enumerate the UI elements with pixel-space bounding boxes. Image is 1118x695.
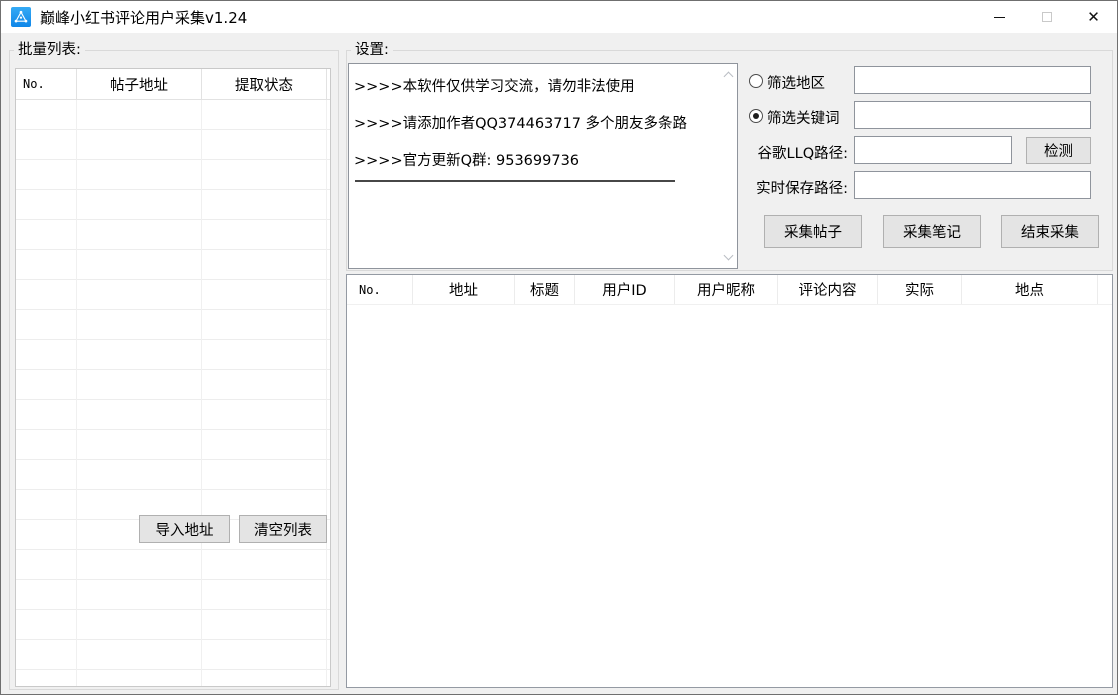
close-icon: ✕ — [1087, 10, 1100, 25]
detect-button[interactable]: 检测 — [1026, 137, 1091, 164]
minimize-button[interactable] — [976, 1, 1023, 33]
batch-table-gridline — [326, 100, 327, 686]
titlebar: 巅峰小红书评论用户采集v1.24 ✕ — [1, 1, 1117, 33]
notice-textbox[interactable]: >>>>本软件仅供学习交流，请勿非法使用 >>>>请添加作者QQ37446371… — [348, 63, 738, 269]
collect-posts-button[interactable]: 采集帖子 — [764, 215, 862, 248]
batch-col-stub — [327, 69, 330, 99]
batch-col-post-url[interactable]: 帖子地址 — [77, 69, 202, 99]
notice-line: >>>>本软件仅供学习交流，请勿非法使用 — [354, 67, 721, 104]
results-col-actual[interactable]: 实际 — [878, 275, 962, 304]
results-col-no[interactable]: No. — [347, 275, 413, 304]
batch-col-status[interactable]: 提取状态 — [202, 69, 327, 99]
close-button[interactable]: ✕ — [1070, 1, 1117, 33]
results-table-body[interactable] — [347, 305, 1112, 687]
batch-col-no[interactable]: No. — [16, 69, 77, 99]
batch-table-gridline — [201, 100, 202, 686]
filter-region-radio[interactable] — [749, 74, 763, 88]
chrome-path-label: 谷歌LLQ路径: — [736, 142, 848, 163]
window-controls: ✕ — [976, 1, 1117, 33]
results-table[interactable]: No. 地址 标题 用户ID 用户昵称 评论内容 实际 地点 — [346, 274, 1113, 688]
results-col-comment[interactable]: 评论内容 — [778, 275, 878, 304]
batch-table-body[interactable] — [16, 100, 330, 686]
filter-keyword-label[interactable]: 筛选关键词 — [767, 107, 840, 128]
results-col-nickname[interactable]: 用户昵称 — [675, 275, 778, 304]
results-table-header: No. 地址 标题 用户ID 用户昵称 评论内容 实际 地点 — [347, 275, 1112, 305]
filter-keyword-radio[interactable] — [749, 109, 763, 123]
filter-region-input[interactable] — [854, 66, 1091, 94]
scroll-up-icon[interactable] — [724, 72, 734, 82]
chrome-path-input[interactable] — [854, 136, 1012, 164]
batch-table-header: No. 帖子地址 提取状态 — [16, 69, 330, 100]
results-col-user-id[interactable]: 用户ID — [575, 275, 675, 304]
results-col-url[interactable]: 地址 — [413, 275, 515, 304]
triangle-network-logo-icon — [13, 9, 29, 25]
save-path-label: 实时保存路径: — [736, 177, 848, 198]
filter-region-label[interactable]: 筛选地区 — [767, 72, 825, 93]
import-urls-button[interactable]: 导入地址 — [139, 515, 230, 543]
maximize-icon — [1042, 12, 1052, 22]
batch-list-label: 批量列表: — [14, 41, 85, 60]
results-col-location[interactable]: 地点 — [962, 275, 1098, 304]
settings-label: 设置: — [351, 41, 393, 60]
notice-line: >>>>请添加作者QQ374463717 多个朋友多条路 — [354, 104, 721, 141]
filter-keyword-input[interactable] — [854, 101, 1091, 129]
app-window: 巅峰小红书评论用户采集v1.24 ✕ 批量列表: No. 帖子地址 提取状态 导… — [0, 0, 1118, 695]
batch-table[interactable]: No. 帖子地址 提取状态 — [15, 68, 331, 687]
results-col-stub — [1098, 275, 1112, 304]
clear-list-button[interactable]: 清空列表 — [239, 515, 327, 543]
scroll-down-icon[interactable] — [724, 251, 734, 261]
minimize-icon — [994, 17, 1005, 18]
results-col-title[interactable]: 标题 — [515, 275, 575, 304]
app-icon — [11, 7, 31, 27]
batch-table-gridline — [76, 100, 77, 686]
notice-line: >>>>官方更新Q群: 953699736 — [354, 141, 721, 178]
stop-collect-button[interactable]: 结束采集 — [1001, 215, 1099, 248]
maximize-button — [1023, 1, 1070, 33]
window-title: 巅峰小红书评论用户采集v1.24 — [40, 7, 247, 28]
notice-underline — [355, 180, 675, 182]
save-path-input[interactable] — [854, 171, 1091, 199]
collect-notes-button[interactable]: 采集笔记 — [883, 215, 981, 248]
